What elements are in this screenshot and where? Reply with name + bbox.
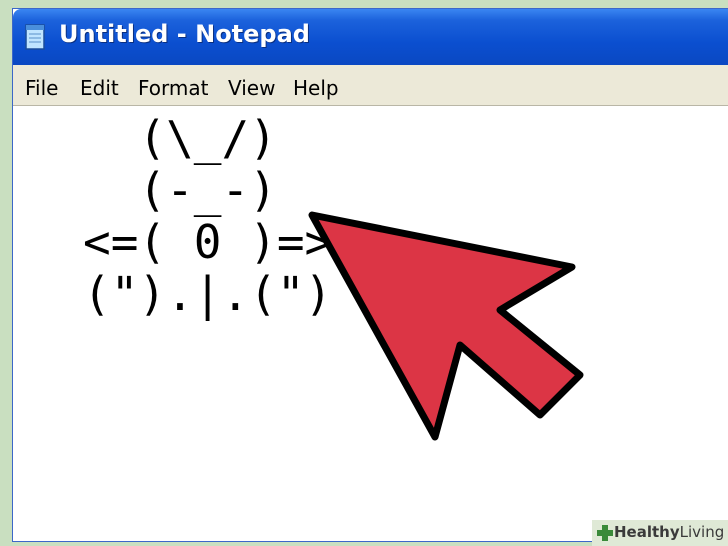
title-bar[interactable]: Untitled - Notepad xyxy=(13,9,728,65)
watermark-brand-1: Healthy xyxy=(614,523,680,541)
editor-line: (").|.(") xyxy=(83,267,333,321)
watermark-brand-2: Living xyxy=(679,523,725,541)
menu-format[interactable]: Format xyxy=(138,76,208,100)
editor-line: (-_-) xyxy=(83,163,277,217)
editor-line: (\_/) xyxy=(83,111,277,165)
menu-bar: File Edit Format View Help xyxy=(13,65,728,106)
watermark-text: HealthyLiving xyxy=(614,523,724,541)
menu-help[interactable]: Help xyxy=(293,76,339,100)
cursor-arrow-icon xyxy=(308,211,584,441)
watermark: HealthyLiving xyxy=(592,520,728,546)
menu-view[interactable]: View xyxy=(228,76,275,100)
editor-line: <=( 0 )=> xyxy=(83,215,333,269)
plus-icon xyxy=(597,525,613,541)
notepad-icon xyxy=(25,24,45,50)
menu-file[interactable]: File xyxy=(25,76,58,100)
menu-edit[interactable]: Edit xyxy=(80,76,119,100)
window-title: Untitled - Notepad xyxy=(59,20,310,48)
